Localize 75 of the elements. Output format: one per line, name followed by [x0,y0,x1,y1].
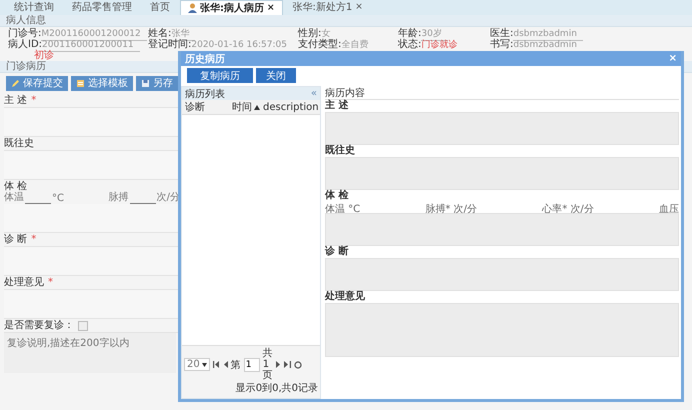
tab-label: 张华:病人病历 [200,2,264,15]
page-size-select[interactable]: 20 [184,358,210,371]
vital-label: 血压 [659,203,679,213]
vital-label: 脉搏 [108,190,129,204]
required-mark: * [48,276,53,289]
tab-label: 统计查询 [14,0,54,14]
tab[interactable]: 张华:新处方1 × [284,0,371,15]
field-value: M2001160001200012 [41,29,147,41]
field-label: 病人ID: [8,39,42,50]
last-page-icon[interactable] [284,361,291,368]
field-label: 登记时间: [148,39,192,50]
tab[interactable]: 首页 [142,0,178,15]
field-label: 医生: [490,28,514,39]
section-label: 处理意见 [4,276,44,289]
section-label: 主 述 [4,94,28,107]
field-label: 姓名: [148,28,172,39]
field-label: 性别: [298,28,322,39]
field-label: 支付类型: [298,39,342,50]
column-header[interactable]: description [260,102,319,112]
refresh-icon[interactable] [294,360,302,368]
caret-icon [202,362,207,366]
section-label: 既往史 [4,137,34,150]
followup-label: 是否需要复诊： [4,319,74,332]
next-page-icon[interactable] [276,361,281,368]
page-field[interactable]: 1 [244,358,260,372]
section-label: 诊 断 [4,233,28,246]
section-label: 体 检 [325,190,348,201]
field-label: 年龄: [398,28,422,39]
previous-page-icon[interactable] [222,361,228,368]
section-label: 主 述 [325,100,348,111]
close-icon[interactable]: × [355,2,363,12]
page-total: 共1页 [262,348,273,381]
toolbar-button[interactable]: 另存 [136,76,178,91]
dialog-button[interactable]: 复制病历 [187,68,253,83]
field-label: 门诊号: [8,28,42,39]
vital-label: 体温 °C [325,203,360,213]
column-header[interactable]: 诊断 [182,100,229,114]
panel-header: 病人信息 [0,15,692,27]
tab-label: 首页 [150,1,170,14]
pager-summary: 显示0到0,共0记录 [236,382,318,395]
field-value: dsbmzbadmin [513,29,583,41]
column-header[interactable]: 时间 [229,100,260,114]
vital-label: 心率* 次/分 [542,202,594,213]
visit-type: 初诊 [34,50,54,61]
required-mark: * [31,233,36,246]
panel-title: 病历列表 [185,88,225,100]
section-label: 既往史 [325,145,355,156]
checkbox[interactable] [78,320,88,330]
toolbar-button[interactable]: 选择模板 [71,76,133,91]
toolbar-button[interactable]: 保存提交 [6,76,68,91]
section-label: 处理意见 [325,291,365,302]
section-label: 诊 断 [325,246,348,257]
section-label: 体 检 [4,180,28,192]
sort-up-icon [254,104,260,110]
tab-label: 药品零售管理 [72,0,132,14]
list-icon [76,79,85,88]
page-label: 第 [230,358,241,372]
note-field[interactable]: 复诊说明,描述在200字以内 [4,333,176,373]
close-icon[interactable]: × [267,3,275,13]
tab[interactable]: 统计查询 [6,0,62,15]
panel-title: 病历内容 [325,86,365,99]
vital-label: 体温 [4,191,24,204]
tab-label: 张华:新处方1 [292,0,352,14]
pen-icon [11,79,20,88]
tab[interactable]: 张华:病人病历 × [180,0,283,15]
vital-label: 脉搏* 次/分 [425,202,477,213]
required-mark: * [31,94,36,107]
dialog-button[interactable]: 关闭 [256,68,296,83]
tab[interactable]: 药品零售管理 [64,0,140,15]
first-page-icon[interactable] [212,361,220,368]
field-value: 30岁 [421,29,448,41]
field-label: 书写: [490,39,514,50]
field-label: 状态: [398,39,422,50]
person-icon [188,3,197,13]
vital-unit: °C [52,193,64,204]
